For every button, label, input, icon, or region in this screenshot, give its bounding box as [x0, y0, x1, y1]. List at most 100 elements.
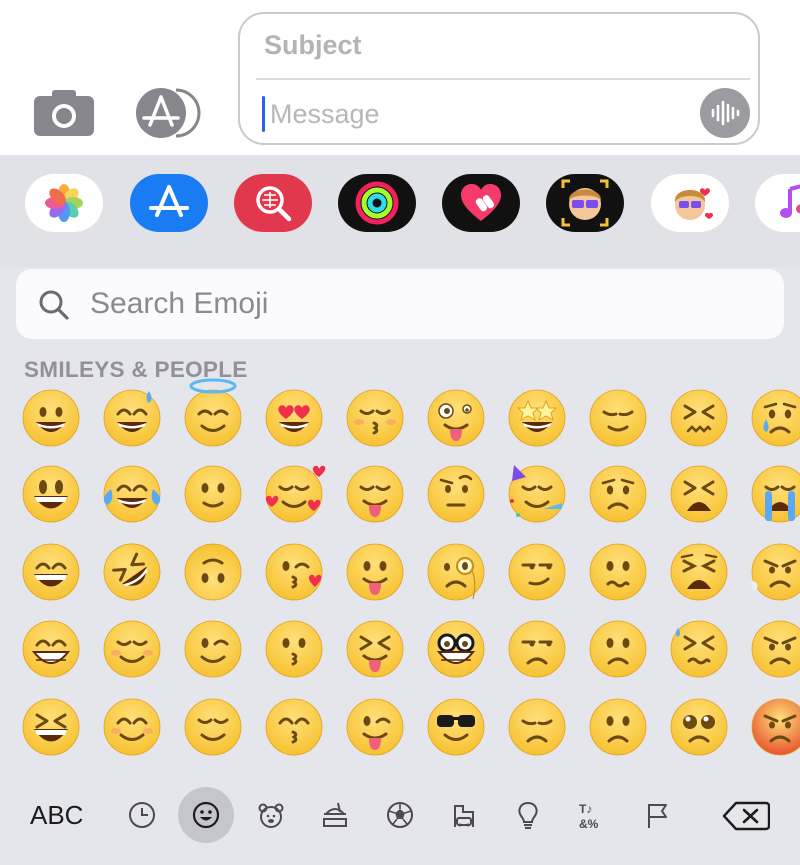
category-smileys-button[interactable] — [178, 787, 234, 843]
loudly-crying-face-emoji[interactable] — [751, 465, 800, 523]
star-struck-emoji[interactable] — [508, 389, 566, 447]
zany-face-emoji[interactable] — [427, 389, 485, 447]
persevering-face-emoji[interactable] — [670, 620, 728, 678]
worried-face-emoji[interactable] — [589, 465, 647, 523]
backspace-icon — [722, 801, 771, 831]
category-recent-clock-button[interactable] — [114, 787, 170, 843]
apps-button[interactable] — [136, 88, 204, 138]
category-animals-bear-button[interactable] — [243, 787, 299, 843]
category-travel-button[interactable] — [436, 787, 492, 843]
activity-soccer-icon — [387, 802, 413, 828]
smiling-face-with-smiling-eyes-emoji[interactable] — [103, 698, 161, 756]
squinting-face-with-tongue-emoji[interactable] — [346, 620, 404, 678]
grinning-squinting-face-emoji[interactable] — [22, 698, 80, 756]
svg-text:&%: &% — [579, 817, 599, 830]
rolling-on-the-floor-laughing-emoji[interactable] — [103, 543, 161, 601]
app-photos[interactable] — [25, 174, 103, 232]
smiling-face-emoji[interactable] — [103, 620, 161, 678]
objects-lightbulb-icon — [518, 801, 538, 829]
pleading-face-emoji[interactable] — [670, 698, 728, 756]
nerd-face-emoji[interactable] — [427, 620, 485, 678]
category-food-button[interactable] — [307, 787, 363, 843]
pensive-face-emoji[interactable] — [589, 389, 647, 447]
symbols-icon: T♪&% — [579, 802, 599, 830]
smiling-face-with-heart-eyes-emoji[interactable] — [265, 389, 323, 447]
camera-button[interactable] — [34, 88, 94, 136]
memoji-stickers-app-icon — [674, 188, 713, 220]
emoji-search-input[interactable] — [90, 281, 690, 327]
upside-down-face-emoji[interactable] — [184, 543, 242, 601]
confounded-face-emoji[interactable] — [670, 389, 728, 447]
disappointed-face-emoji[interactable] — [508, 698, 566, 756]
svg-text:T♪: T♪ — [579, 802, 592, 816]
weary-face-emoji[interactable] — [670, 543, 728, 601]
pouting-face-emoji[interactable] — [751, 698, 800, 756]
message-input[interactable] — [262, 94, 700, 134]
images-search-app-icon — [256, 186, 292, 222]
beaming-face-with-smiling-eyes-emoji[interactable] — [22, 620, 80, 678]
grinning-face-emoji[interactable] — [22, 389, 80, 447]
food-icon — [323, 802, 347, 827]
category-flags-button[interactable] — [629, 787, 685, 843]
smileys-icon — [192, 801, 220, 829]
compose-area: Subject — [0, 0, 800, 155]
kissing-face-emoji[interactable] — [265, 620, 323, 678]
category-activity-soccer-button[interactable] — [372, 787, 428, 843]
category-objects-lightbulb-button[interactable] — [500, 787, 556, 843]
music-app-icon — [780, 184, 800, 218]
camera-icon — [34, 90, 94, 136]
app-digital-touch[interactable] — [442, 174, 520, 232]
grinning-face-with-sweat-emoji[interactable] — [103, 389, 161, 447]
grinning-face-with-big-eyes-emoji[interactable] — [22, 465, 80, 523]
activity-app-icon — [355, 181, 399, 225]
face-savoring-food-emoji[interactable] — [346, 465, 404, 523]
face-with-raised-eyebrow-emoji[interactable] — [427, 465, 485, 523]
memoji-camera-app-icon — [561, 179, 609, 227]
backspace-button[interactable] — [722, 801, 771, 836]
angry-face-emoji[interactable] — [751, 620, 800, 678]
face-blowing-a-kiss-emoji[interactable] — [265, 543, 323, 601]
emoji-search-bar[interactable] — [16, 269, 784, 339]
face-with-tears-of-joy-emoji[interactable] — [103, 465, 161, 523]
smiling-face-with-hearts-emoji[interactable] — [265, 465, 326, 523]
slightly-smiling-face-emoji[interactable] — [184, 465, 242, 523]
digital-touch-app-icon — [461, 184, 501, 221]
app-music[interactable] — [755, 174, 800, 232]
app-activity[interactable] — [338, 174, 416, 232]
unamused-face-emoji[interactable] — [508, 620, 566, 678]
tired-face-emoji[interactable] — [670, 465, 728, 523]
crying-face-emoji[interactable] — [751, 389, 800, 447]
slightly-frowning-face-emoji[interactable] — [589, 620, 647, 678]
face-with-tongue-emoji[interactable] — [346, 543, 404, 601]
imessage-app-strip — [0, 155, 800, 267]
frowning-face-emoji[interactable] — [589, 698, 647, 756]
smirking-face-emoji[interactable] — [508, 543, 566, 601]
winking-face-with-tongue-emoji[interactable] — [346, 698, 404, 756]
kissing-face-with-smiling-eyes-emoji[interactable] — [265, 698, 323, 756]
kissing-face-with-closed-eyes-emoji[interactable] — [346, 389, 404, 447]
message-box: Subject — [238, 12, 760, 145]
dictation-button[interactable] — [700, 88, 750, 138]
face-with-steam-from-nose-emoji[interactable] — [750, 543, 800, 601]
confused-face-emoji[interactable] — [589, 543, 647, 601]
relieved-face-emoji[interactable] — [184, 698, 242, 756]
smiling-face-with-halo-emoji[interactable] — [184, 378, 242, 447]
waveform-icon — [711, 100, 740, 126]
recent-clock-icon — [129, 802, 155, 828]
app-memoji-stickers[interactable] — [651, 174, 729, 232]
app-memoji-camera[interactable] — [546, 174, 624, 232]
abc-button[interactable]: ABC — [30, 800, 83, 831]
app-appstore[interactable] — [130, 174, 208, 232]
animals-bear-icon — [258, 803, 284, 828]
face-with-monocle-emoji[interactable] — [427, 543, 485, 601]
smiling-face-with-sunglasses-emoji[interactable] — [427, 698, 485, 756]
subject-field[interactable]: Subject — [264, 30, 362, 61]
partying-face-emoji[interactable] — [508, 465, 566, 523]
emoji-keyboard: SMILEYS & PEOPLE ABC T♪&% — [0, 267, 800, 865]
travel-icon — [454, 805, 474, 827]
grinning-face-with-smiling-eyes-emoji[interactable] — [22, 543, 80, 601]
winking-face-emoji[interactable] — [184, 620, 242, 678]
category-symbols-button[interactable]: T♪ &% — [565, 787, 621, 843]
appstore-app-icon — [149, 185, 189, 217]
app-images-search[interactable] — [234, 174, 312, 232]
